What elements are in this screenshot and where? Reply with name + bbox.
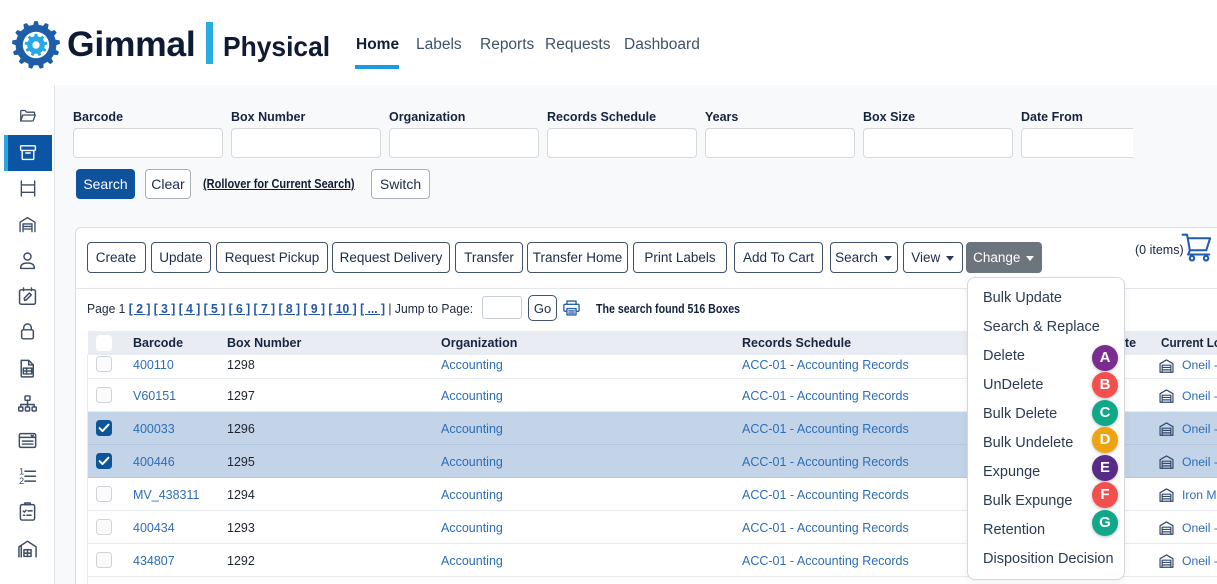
svg-text:2: 2: [19, 476, 24, 486]
